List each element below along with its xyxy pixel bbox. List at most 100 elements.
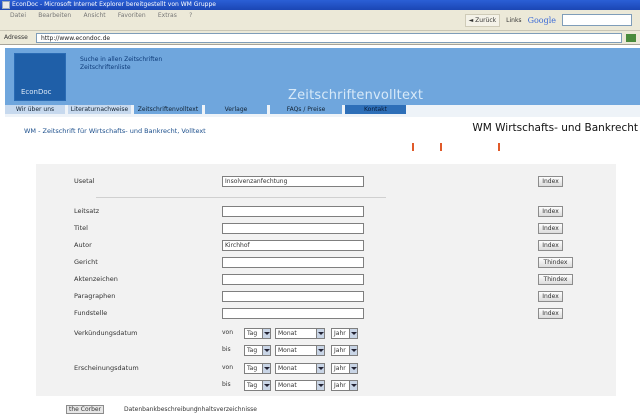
date-range-label: von bbox=[222, 364, 234, 371]
econdoc-logo[interactable]: EconDoc bbox=[14, 53, 66, 101]
date-label: Verkündungsdatum bbox=[74, 329, 138, 337]
field-label: Autor bbox=[74, 241, 92, 249]
google-toolbar-logo[interactable]: Google bbox=[528, 16, 556, 25]
chevron-down-icon[interactable] bbox=[349, 364, 357, 373]
menu-tools[interactable]: Extras bbox=[158, 10, 177, 22]
index-button[interactable]: Index bbox=[538, 308, 563, 319]
menu-favorites[interactable]: Favoriten bbox=[118, 10, 146, 22]
address-label: Adresse bbox=[4, 34, 28, 41]
text-field[interactable] bbox=[222, 223, 364, 234]
nav-tab[interactable]: Zeitschriftenvolltext bbox=[134, 105, 202, 114]
day-select[interactable]: Tag bbox=[244, 328, 271, 339]
year-select[interactable]: Jahr bbox=[331, 363, 358, 374]
day-value: Tag bbox=[247, 330, 258, 337]
date-range-label: von bbox=[222, 329, 234, 336]
text-field[interactable] bbox=[222, 274, 364, 285]
index-button[interactable]: Index bbox=[538, 291, 563, 302]
database-description-link[interactable]: Datenbankbeschreibung bbox=[124, 406, 198, 413]
chevron-down-icon[interactable] bbox=[349, 381, 357, 390]
nav-tab[interactable]: Kontakt bbox=[345, 105, 406, 114]
date-range-label: bis bbox=[222, 381, 231, 388]
day-select[interactable]: Tag bbox=[244, 345, 271, 356]
menu-edit[interactable]: Bearbeiten bbox=[38, 10, 71, 22]
menu-file[interactable]: Datei bbox=[10, 10, 26, 22]
back-button[interactable]: ◄ Zurück bbox=[464, 13, 501, 27]
chevron-down-icon[interactable] bbox=[262, 329, 270, 338]
go-icon[interactable] bbox=[626, 34, 636, 42]
date-label: Erscheinungsdatum bbox=[74, 364, 139, 372]
year-value: Jahr bbox=[334, 382, 346, 389]
date-row: Verkündungsdatum von Tag Monat Jahr bbox=[36, 328, 616, 340]
chevron-down-icon[interactable] bbox=[349, 329, 357, 338]
index-button[interactable]: Index bbox=[538, 176, 563, 187]
text-field[interactable] bbox=[222, 308, 364, 319]
month-select[interactable]: Monat bbox=[275, 380, 325, 391]
index-button[interactable]: Index bbox=[538, 240, 563, 251]
menu-view[interactable]: Ansicht bbox=[83, 10, 105, 22]
nav-tab[interactable]: FAQs / Preise bbox=[270, 105, 342, 114]
day-value: Tag bbox=[247, 365, 258, 372]
breadcrumb[interactable]: WM - Zeitschrift für Wirtschafts- und Ba… bbox=[24, 127, 206, 135]
chevron-down-icon[interactable] bbox=[316, 346, 324, 355]
bottom-bar: the Corber Datenbankbeschreibung Inhalts… bbox=[0, 404, 640, 414]
index-button[interactable]: Thindex bbox=[538, 257, 573, 268]
text-field[interactable] bbox=[222, 257, 364, 268]
logo-text: EconDoc bbox=[21, 88, 52, 96]
chevron-down-icon[interactable] bbox=[316, 381, 324, 390]
menu-help[interactable]: ? bbox=[189, 10, 192, 22]
date-row: bis Tag Monat Jahr bbox=[36, 345, 616, 357]
nav-tab[interactable]: Literaturnachweise bbox=[68, 105, 131, 114]
month-select[interactable]: Monat bbox=[275, 328, 325, 339]
chevron-down-icon[interactable] bbox=[262, 346, 270, 355]
year-select[interactable]: Jahr bbox=[331, 328, 358, 339]
nav-tab[interactable]: Verlage bbox=[205, 105, 267, 114]
links-label[interactable]: Links bbox=[506, 17, 521, 24]
address-bar: Adresse http://www.econdoc.de bbox=[0, 31, 640, 45]
date-row: Erscheinungsdatum von Tag Monat Jahr bbox=[36, 363, 616, 375]
search-all-link[interactable]: Suche in allen Zeitschriften bbox=[80, 56, 162, 64]
chevron-down-icon[interactable] bbox=[316, 364, 324, 373]
year-value: Jahr bbox=[334, 330, 346, 337]
chevron-down-icon[interactable] bbox=[349, 346, 357, 355]
year-select[interactable]: Jahr bbox=[331, 345, 358, 356]
back-label: Zurück bbox=[475, 16, 497, 24]
day-select[interactable]: Tag bbox=[244, 363, 271, 374]
month-select[interactable]: Monat bbox=[275, 345, 325, 356]
form-row: Paragraphen Index bbox=[36, 291, 616, 303]
year-value: Jahr bbox=[334, 365, 346, 372]
month-select[interactable]: Monat bbox=[275, 363, 325, 374]
browser-app-icon bbox=[2, 1, 10, 9]
orange-marker bbox=[412, 143, 414, 151]
site-header: EconDoc Suche in allen Zeitschriften Zei… bbox=[5, 48, 640, 105]
form-row: Aktenzeichen Thindex bbox=[36, 274, 616, 286]
google-search-input[interactable] bbox=[562, 14, 632, 26]
index-button[interactable]: Index bbox=[538, 223, 563, 234]
field-label: Paragraphen bbox=[74, 292, 116, 300]
text-field[interactable] bbox=[222, 206, 364, 217]
search-form: Usetal Insolvenzanfechtung Index Leitsatz In… bbox=[36, 164, 616, 396]
field-label: Aktenzeichen bbox=[74, 275, 118, 283]
chevron-down-icon[interactable] bbox=[262, 364, 270, 373]
chevron-down-icon[interactable] bbox=[316, 329, 324, 338]
nav-tab[interactable]: Wir über uns bbox=[5, 105, 65, 114]
text-field[interactable] bbox=[222, 291, 364, 302]
text-field[interactable]: Insolvenzanfechtung bbox=[222, 176, 364, 187]
main-nav: Wir über uns Literaturnachweise Zeitschrif… bbox=[5, 105, 640, 117]
chevron-down-icon[interactable] bbox=[262, 381, 270, 390]
index-button[interactable]: Index bbox=[538, 206, 563, 217]
index-button[interactable]: Thindex bbox=[538, 274, 573, 285]
address-input[interactable]: http://www.econdoc.de bbox=[36, 33, 622, 43]
menubar: Datei Bearbeiten Ansicht Favoriten Extra… bbox=[0, 10, 640, 31]
year-value: Jahr bbox=[334, 347, 346, 354]
month-value: Monat bbox=[278, 330, 297, 337]
journal-list-link[interactable]: Zeitschriftenliste bbox=[80, 64, 162, 72]
field-label: Usetal bbox=[74, 177, 95, 185]
date-row: bis Tag Monat Jahr bbox=[36, 380, 616, 392]
bottom-button[interactable]: the Corber bbox=[66, 405, 105, 414]
text-field[interactable]: Kirchhof bbox=[222, 240, 364, 251]
contents-link[interactable]: Inhaltsverzeichnisse bbox=[196, 406, 257, 413]
orange-marker bbox=[498, 143, 500, 151]
day-select[interactable]: Tag bbox=[244, 380, 271, 391]
year-select[interactable]: Jahr bbox=[331, 380, 358, 391]
page-title: WM Wirtschafts- und Bankrecht bbox=[472, 122, 638, 134]
